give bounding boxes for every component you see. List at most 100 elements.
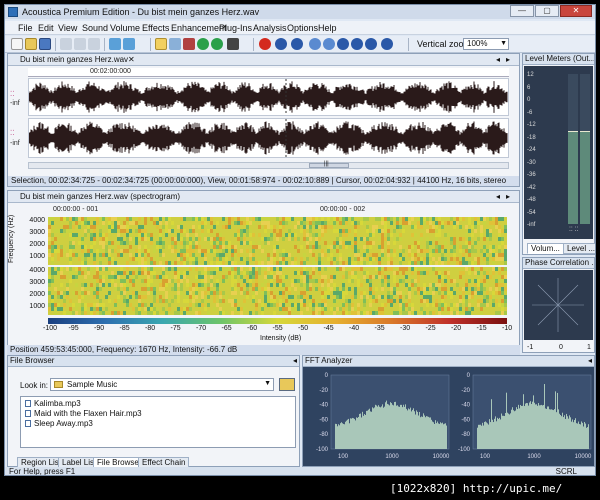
spectrogram-tab[interactable]: Du bist mein ganzes Herz.wav (spectrogra…	[8, 191, 519, 203]
open-icon[interactable]	[25, 38, 37, 50]
grid-icon[interactable]	[227, 38, 239, 50]
fft-bar	[421, 416, 422, 449]
spectrogram-cell	[276, 229, 279, 233]
waveform-timeline[interactable]: 00:02:00:000	[28, 68, 509, 77]
spectrogram-cell	[84, 303, 87, 307]
spectrogram-cell	[258, 299, 261, 303]
menu-view[interactable]: View	[58, 23, 77, 33]
pin-icon[interactable]: ◂	[293, 356, 297, 366]
loop-icon[interactable]	[351, 38, 363, 50]
play-selection-icon[interactable]	[323, 38, 335, 50]
copy-icon[interactable]	[74, 38, 86, 50]
spectrogram-cell	[366, 217, 369, 221]
spectrogram-cell	[201, 233, 204, 237]
spectrogram-cell	[399, 279, 402, 283]
rewind-icon[interactable]	[291, 38, 303, 50]
waveform-tab[interactable]: Du bist mein ganzes Herz.wav ✕ ◂ ▸	[8, 54, 519, 66]
new-icon[interactable]	[11, 38, 23, 50]
spectrogram-cell	[219, 241, 222, 245]
spectrogram-cell	[471, 267, 474, 271]
spectrogram-cell	[414, 261, 417, 265]
maximize-button[interactable]: ▢	[535, 5, 559, 17]
spectrogram-channel-2[interactable]	[48, 267, 507, 315]
spectrogram-cell	[117, 245, 120, 249]
scroll-right-icon[interactable]: ▸	[506, 192, 510, 201]
menu-edit[interactable]: Edit	[38, 23, 54, 33]
stop-icon[interactable]	[337, 38, 349, 50]
spectrogram-cell	[267, 233, 270, 237]
scroll-left-icon[interactable]: ◂	[496, 192, 500, 201]
spectrogram-cell	[72, 275, 75, 279]
spectrogram-cell	[183, 253, 186, 257]
fft-bar	[491, 399, 492, 449]
play-icon[interactable]	[309, 38, 321, 50]
audio-file-icon	[25, 420, 31, 427]
scroll-right-icon[interactable]: ▸	[506, 55, 510, 64]
save-icon[interactable]	[39, 38, 51, 50]
spectrogram-cell	[87, 229, 90, 233]
menu-volume[interactable]: Volume	[110, 23, 140, 33]
select-tool-icon[interactable]	[155, 38, 167, 50]
close-tab-icon[interactable]: ✕	[128, 55, 135, 64]
split-icon[interactable]	[183, 38, 195, 50]
menu-options[interactable]: Options	[287, 23, 318, 33]
end-icon[interactable]	[381, 38, 393, 50]
fft-bar	[434, 423, 435, 449]
spectrogram-cell	[210, 261, 213, 265]
waveform-scrollbar[interactable]: |||	[28, 161, 509, 169]
spectrogram-cell	[414, 225, 417, 229]
spectrogram-cell	[480, 233, 483, 237]
forward-icon[interactable]	[197, 38, 209, 50]
menu-plugins[interactable]: Plug-Ins	[219, 23, 252, 33]
spectrogram-cell	[396, 221, 399, 225]
fft-bar	[528, 405, 529, 449]
undo-icon[interactable]	[109, 38, 121, 50]
fast-forward-icon[interactable]	[365, 38, 377, 50]
menu-sound[interactable]: Sound	[82, 23, 108, 33]
scroll-thumb[interactable]: |||	[309, 161, 349, 168]
vertical-zoom-select[interactable]: 100% ▼	[463, 38, 509, 50]
spectrogram-status: Position 459:53:45:000, Frequency: 1670 …	[7, 345, 520, 355]
spectrogram-cell	[273, 249, 276, 253]
tab-level[interactable]: Level ...	[563, 243, 595, 254]
back-icon[interactable]	[211, 38, 223, 50]
paste-icon[interactable]	[88, 38, 100, 50]
spectrogram-cell	[354, 253, 357, 257]
fft-bar	[586, 427, 587, 449]
close-button[interactable]: ✕	[560, 5, 592, 17]
waveform-track-right[interactable]	[28, 118, 509, 158]
spectrogram-cell	[117, 253, 120, 257]
fft-bar	[385, 402, 386, 449]
spectrogram-cell	[348, 261, 351, 265]
zoom-tool-icon[interactable]	[169, 38, 181, 50]
spectrogram-cell	[72, 245, 75, 249]
menu-help[interactable]: Help	[318, 23, 337, 33]
file-item[interactable]: Sleep Away.mp3	[25, 419, 93, 428]
pin-icon[interactable]: ◂	[588, 356, 592, 366]
tab-volume[interactable]: Volum...	[527, 243, 564, 254]
cut-icon[interactable]	[60, 38, 72, 50]
scroll-left-icon[interactable]: ◂	[496, 55, 500, 64]
spectrogram-cell	[375, 311, 378, 315]
spectrogram-cell	[267, 253, 270, 257]
record-icon[interactable]	[259, 38, 271, 50]
menu-file[interactable]: File	[18, 23, 33, 33]
file-item[interactable]: Kalimba.mp3	[25, 399, 81, 408]
folder-up-button[interactable]	[279, 378, 295, 391]
spectrogram-cell	[282, 217, 285, 221]
spectrogram-channel-1[interactable]	[48, 217, 507, 265]
look-in-select[interactable]: Sample Music ▼	[50, 378, 274, 391]
menu-analysis[interactable]: Analysis	[253, 23, 287, 33]
redo-icon[interactable]	[123, 38, 135, 50]
spectrogram-cell	[75, 291, 78, 295]
menu-effects[interactable]: Effects	[142, 23, 169, 33]
minimize-button[interactable]: —	[510, 5, 534, 17]
spectrogram-cell	[423, 221, 426, 225]
waveform-track-left[interactable]	[28, 78, 509, 116]
spectrogram-cell	[426, 299, 429, 303]
file-item[interactable]: Maid with the Flaxen Hair.mp3	[25, 409, 142, 418]
spectrogram-cell	[246, 221, 249, 225]
spectrogram-cell	[273, 303, 276, 307]
spectrogram-cell	[438, 311, 441, 315]
rewind-icon[interactable]	[275, 38, 287, 50]
